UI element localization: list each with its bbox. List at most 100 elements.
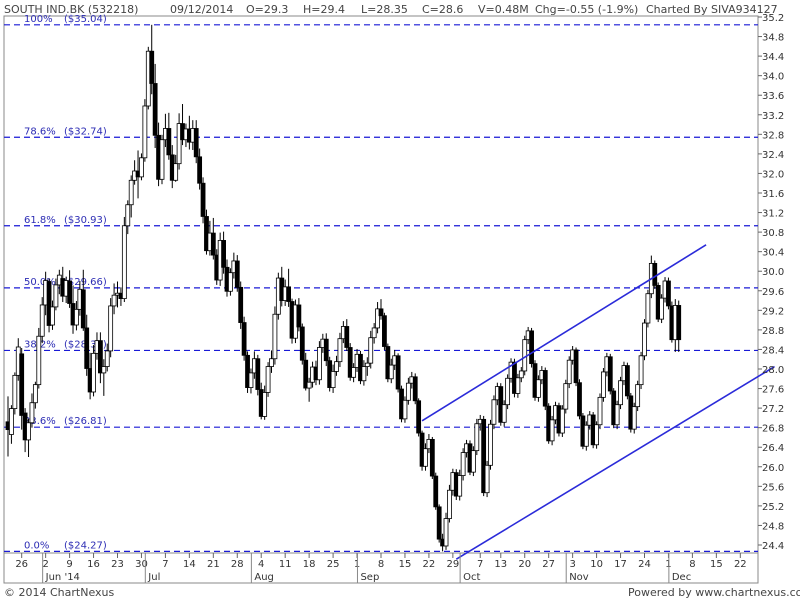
y-tick-label: 24.8 (762, 521, 784, 532)
candle-body (272, 313, 278, 360)
candle-body (594, 424, 599, 446)
candle-body (666, 280, 671, 307)
month-label: Jun '14 (45, 572, 80, 583)
month-label: Aug (254, 572, 274, 583)
y-tick-label: 26.8 (762, 424, 784, 435)
candle-body (53, 284, 59, 308)
candle-body (139, 157, 144, 178)
candle (484, 460, 490, 498)
x-tick-label: 17 (614, 559, 627, 570)
y-tick-label: 32.0 (762, 169, 784, 180)
candle (238, 281, 244, 329)
y-tick-label: 34.4 (762, 52, 784, 63)
candle-body (265, 366, 271, 393)
y-tick-label: 24.4 (762, 541, 784, 552)
candle-body (597, 396, 603, 426)
candle-body (200, 182, 206, 217)
copyright-text: © 2014 ChartNexus (4, 586, 115, 599)
candle (635, 380, 641, 412)
candle-body (505, 377, 511, 406)
x-tick-label: 3 (569, 559, 575, 570)
candle-body (32, 384, 38, 404)
candle-body (563, 383, 569, 410)
charted-by: Charted By SIVA934127 (646, 3, 778, 16)
y-tick-label: 25.2 (762, 502, 784, 513)
header-volume: V=0.48M (478, 3, 529, 16)
powered-by-text: Powered by www.chartnexus.com (628, 586, 800, 599)
candle (597, 393, 603, 430)
candle-body (238, 286, 244, 323)
candle-body (12, 374, 18, 410)
x-tick-label: 30 (135, 559, 148, 570)
candle (12, 372, 18, 415)
candle-body (173, 163, 179, 181)
candle-body (607, 356, 613, 392)
fib-price-label: ($35.04) (64, 14, 107, 25)
candle-body (241, 322, 247, 356)
candle-body (317, 347, 322, 381)
candle-body (659, 297, 665, 320)
candle-body (635, 384, 641, 408)
month-label: Oct (463, 572, 480, 583)
candle-body (614, 404, 620, 426)
candle-body (210, 232, 216, 256)
header-open: O=29.3 (246, 3, 288, 16)
y-tick-label: 33.2 (762, 111, 784, 122)
candle-body (402, 399, 408, 420)
y-tick-label: 28.4 (762, 345, 784, 356)
candle-body (159, 139, 165, 180)
x-tick-label: 23 (111, 559, 124, 570)
fib-percent-label: 78.6% (24, 126, 56, 137)
y-tick-label: 26.4 (762, 443, 784, 454)
candle-body (101, 366, 107, 374)
fib-percent-label: 61.8% (24, 215, 56, 226)
candle-body (470, 450, 476, 473)
candle-body (423, 448, 428, 467)
candle-body (36, 335, 42, 386)
candle-body (26, 422, 31, 441)
candle-body (125, 204, 131, 227)
candle-body (378, 308, 384, 317)
x-tick-label: 13 (494, 559, 507, 570)
candle-body (433, 475, 439, 508)
candle-body (405, 382, 411, 401)
x-tick-label: 24 (638, 559, 651, 570)
candle-body (142, 105, 148, 159)
month-label: Sep (360, 572, 379, 583)
candle (529, 327, 534, 368)
candle-body (299, 326, 305, 361)
x-tick-label: 4 (258, 559, 264, 570)
y-tick-label: 35.2 (762, 13, 784, 24)
candle (234, 255, 240, 292)
y-tick-label: 30.8 (762, 228, 784, 239)
candle-body (80, 289, 86, 329)
candle-body (549, 419, 555, 442)
x-tick-label: 22 (734, 559, 747, 570)
candle-body (74, 308, 79, 326)
y-tick-label: 34.8 (762, 33, 784, 44)
x-tick-label: 7 (477, 559, 483, 570)
y-tick-label: 28.8 (762, 326, 784, 337)
candle (505, 374, 511, 410)
candle (299, 323, 305, 365)
x-tick-label: 15 (399, 559, 412, 570)
x-tick-label: 2 (42, 559, 48, 570)
candle-body (382, 315, 387, 347)
candle-body (368, 337, 374, 364)
x-tick-label: 8 (689, 559, 695, 570)
candle-body (234, 260, 240, 288)
candle (652, 260, 658, 289)
candle-body (84, 327, 90, 369)
candle-body (515, 377, 521, 394)
candle (121, 216, 127, 303)
y-tick-label: 34.0 (762, 72, 784, 83)
candle-body (624, 365, 630, 397)
y-tick-label: 25.6 (762, 482, 784, 493)
candle (159, 134, 165, 185)
candle (142, 99, 148, 162)
candle (631, 402, 637, 434)
candle (549, 415, 555, 446)
candle-body (522, 339, 528, 372)
x-tick-label: 16 (87, 559, 100, 570)
y-tick-label: 32.8 (762, 130, 784, 141)
